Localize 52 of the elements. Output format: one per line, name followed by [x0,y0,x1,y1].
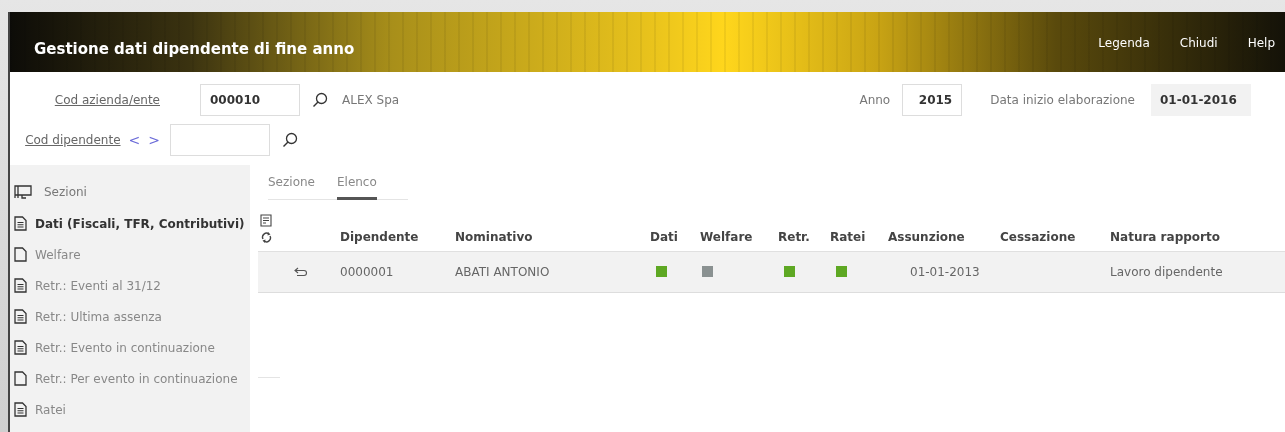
table-cell-text: Lavoro dipendente [1110,265,1224,279]
refresh-icon[interactable] [261,230,272,244]
column-header: Dati [650,230,679,244]
sidebar-title: Sezioni [44,185,87,199]
search-icon[interactable] [312,92,328,108]
column-header: Nominativo [455,230,534,244]
column-header: Cessazione [1000,230,1077,244]
input-field[interactable] [170,124,270,156]
column-header: Ratei [830,230,867,244]
column-header: Assunzione [888,230,966,244]
next-button[interactable]: > [148,132,160,148]
input-field[interactable]: 2015 [902,84,963,116]
company-name: ALEX Spa [342,93,400,107]
header-link[interactable]: Help [1247,36,1275,50]
document-icon [14,278,27,293]
document-icon [14,371,27,386]
document-icon [14,340,27,355]
document-icon [14,247,27,262]
sidebar-item[interactable]: Dati (Fiscali, TFR, Contributivi) [14,213,250,234]
sidebar-item[interactable]: Retr.: Evento in continuazione [14,337,250,358]
tab[interactable]: Sezione [268,175,315,200]
table-cell-text: ABATI ANTONIO [455,265,551,279]
sidebar-item[interactable]: Welfare [14,244,250,265]
field-label: Anno [859,93,891,107]
return-arrow-icon[interactable] [294,267,308,277]
previous-button[interactable]: < [128,132,141,148]
search-icon[interactable] [282,132,298,148]
table-cell-text: 01-01-2013 [909,265,981,279]
sidebar-item[interactable]: Retr.: Per evento in continuazione [14,368,250,389]
header-link[interactable]: Chiudi [1179,36,1218,50]
column-header: Dipendente [340,230,420,244]
input-field[interactable]: 000010 [200,84,300,116]
table-row[interactable]: 0000001 ABATI ANTONIO 01-01-2013 Lavoro dipendente [258,252,1285,293]
column-header: Welfare [700,230,754,244]
monitor-icon [14,185,32,199]
sidebar-item[interactable]: Ratei [14,399,250,420]
field-label-link[interactable]: Cod dipendente [25,133,121,147]
document-icon [14,402,27,417]
column-header: Retr. [778,230,811,244]
window-title: Gestione dati dipendente di fine anno [34,40,355,58]
column-header: Natura rapporto [1110,230,1221,244]
field-label: Data inizio elaborazione [990,93,1135,107]
tab[interactable]: Elenco [336,175,377,200]
field-label-link[interactable]: Cod azienda/ente [54,93,160,107]
sidebar-item[interactable]: Retr.: Eventi al 31/12 [14,275,250,296]
table-cell-text: 0000001 [340,265,395,279]
sidebar-item[interactable]: Retr.: Ultima assenza [14,306,250,327]
header-link[interactable]: Legenda [1098,36,1150,50]
list-icon[interactable] [260,214,272,227]
document-icon [14,309,27,324]
date-field: 01-01-2016 [1151,84,1251,116]
document-icon [14,216,27,231]
